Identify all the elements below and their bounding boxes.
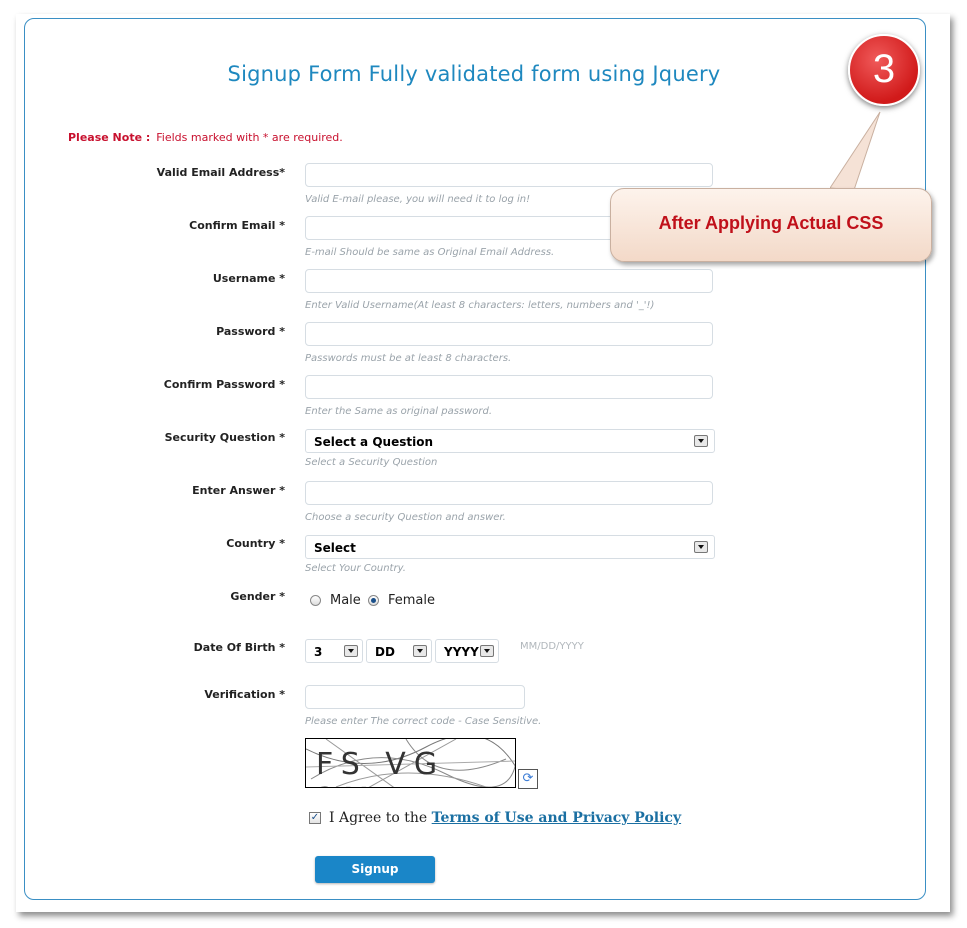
answer-label: Enter Answer * <box>192 484 285 497</box>
gender-label: Gender * <box>230 590 285 603</box>
username-hint: Enter Valid Username(At least 8 characte… <box>305 300 655 311</box>
callout-text: After Applying Actual CSS <box>658 213 884 233</box>
confirm-email-hint: E-mail Should be same as Original Email … <box>305 247 555 258</box>
confirm-password-label: Confirm Password * <box>163 378 285 391</box>
annotation-callout: After Applying Actual CSS <box>610 188 932 262</box>
chevron-down-icon[interactable] <box>344 645 358 657</box>
security-question-label: Security Question * <box>164 431 285 444</box>
agree-checkbox[interactable]: ✓ <box>309 812 321 824</box>
gender-female-radio[interactable] <box>368 595 379 606</box>
username-label: Username * <box>212 272 285 285</box>
answer-hint: Choose a security Question and answer. <box>305 512 506 523</box>
dob-month-select[interactable]: 3 <box>305 639 363 663</box>
confirm-email-label: Confirm Email * <box>189 219 285 232</box>
chevron-down-icon[interactable] <box>413 645 427 657</box>
note-label: Please Note : <box>68 131 151 144</box>
country-label: Country * <box>226 537 285 550</box>
answer-field[interactable] <box>305 481 713 505</box>
chevron-down-icon[interactable] <box>694 541 708 553</box>
gender-male-label: Male <box>330 593 361 608</box>
security-question-hint: Select a Security Question <box>305 457 438 468</box>
agree-prefix: I Agree to the <box>329 810 428 826</box>
step-badge: 3 <box>848 34 920 106</box>
security-question-value: Select a Question <box>314 435 433 449</box>
country-select[interactable]: Select <box>305 535 715 559</box>
terms-link[interactable]: Terms of Use and Privacy Policy <box>432 810 681 826</box>
dob-format-hint: MM/DD/YYYY <box>520 641 584 652</box>
password-hint: Passwords must be at least 8 characters. <box>305 353 512 364</box>
dob-year-value: YYYY <box>444 645 479 659</box>
email-hint: Valid E-mail please, you will need it to… <box>305 194 531 205</box>
verification-hint: Please enter The correct code - Case Sen… <box>305 716 542 727</box>
verification-label: Verification * <box>204 688 285 701</box>
verification-field[interactable] <box>305 685 525 709</box>
page-title: Signup Form Fully validated form using J… <box>227 62 721 86</box>
refresh-captcha-icon[interactable]: ⟳ <box>518 769 538 789</box>
note-text: Fields marked with * are required. <box>156 131 343 144</box>
dob-day-select[interactable]: DD <box>366 639 432 663</box>
country-hint: Select Your Country. <box>305 563 406 574</box>
dob-label: Date Of Birth * <box>193 641 285 654</box>
gender-male-radio[interactable] <box>310 595 321 606</box>
captcha-image: FS VG 3M <box>305 738 516 788</box>
email-field[interactable] <box>305 163 713 187</box>
password-label: Password * <box>216 325 285 338</box>
email-label: Valid Email Address* <box>156 166 285 179</box>
agree-text: I Agree to the Terms of Use and Privacy … <box>329 810 681 826</box>
chevron-down-icon[interactable] <box>480 645 494 657</box>
dob-year-select[interactable]: YYYY <box>435 639 499 663</box>
confirm-password-hint: Enter the Same as original password. <box>305 406 493 417</box>
dob-day-value: DD <box>375 645 395 659</box>
chevron-down-icon[interactable] <box>694 435 708 447</box>
confirm-password-field[interactable] <box>305 375 713 399</box>
dob-month-value: 3 <box>314 645 323 659</box>
signup-button[interactable]: Signup <box>315 856 435 883</box>
gender-female-label: Female <box>388 593 436 608</box>
captcha-text: FS VG 3M <box>316 747 446 787</box>
required-note: Please Note : Fields marked with * are re… <box>68 131 343 144</box>
username-field[interactable] <box>305 269 713 293</box>
security-question-select[interactable]: Select a Question <box>305 429 715 453</box>
country-value: Select <box>314 541 356 555</box>
password-field[interactable] <box>305 322 713 346</box>
